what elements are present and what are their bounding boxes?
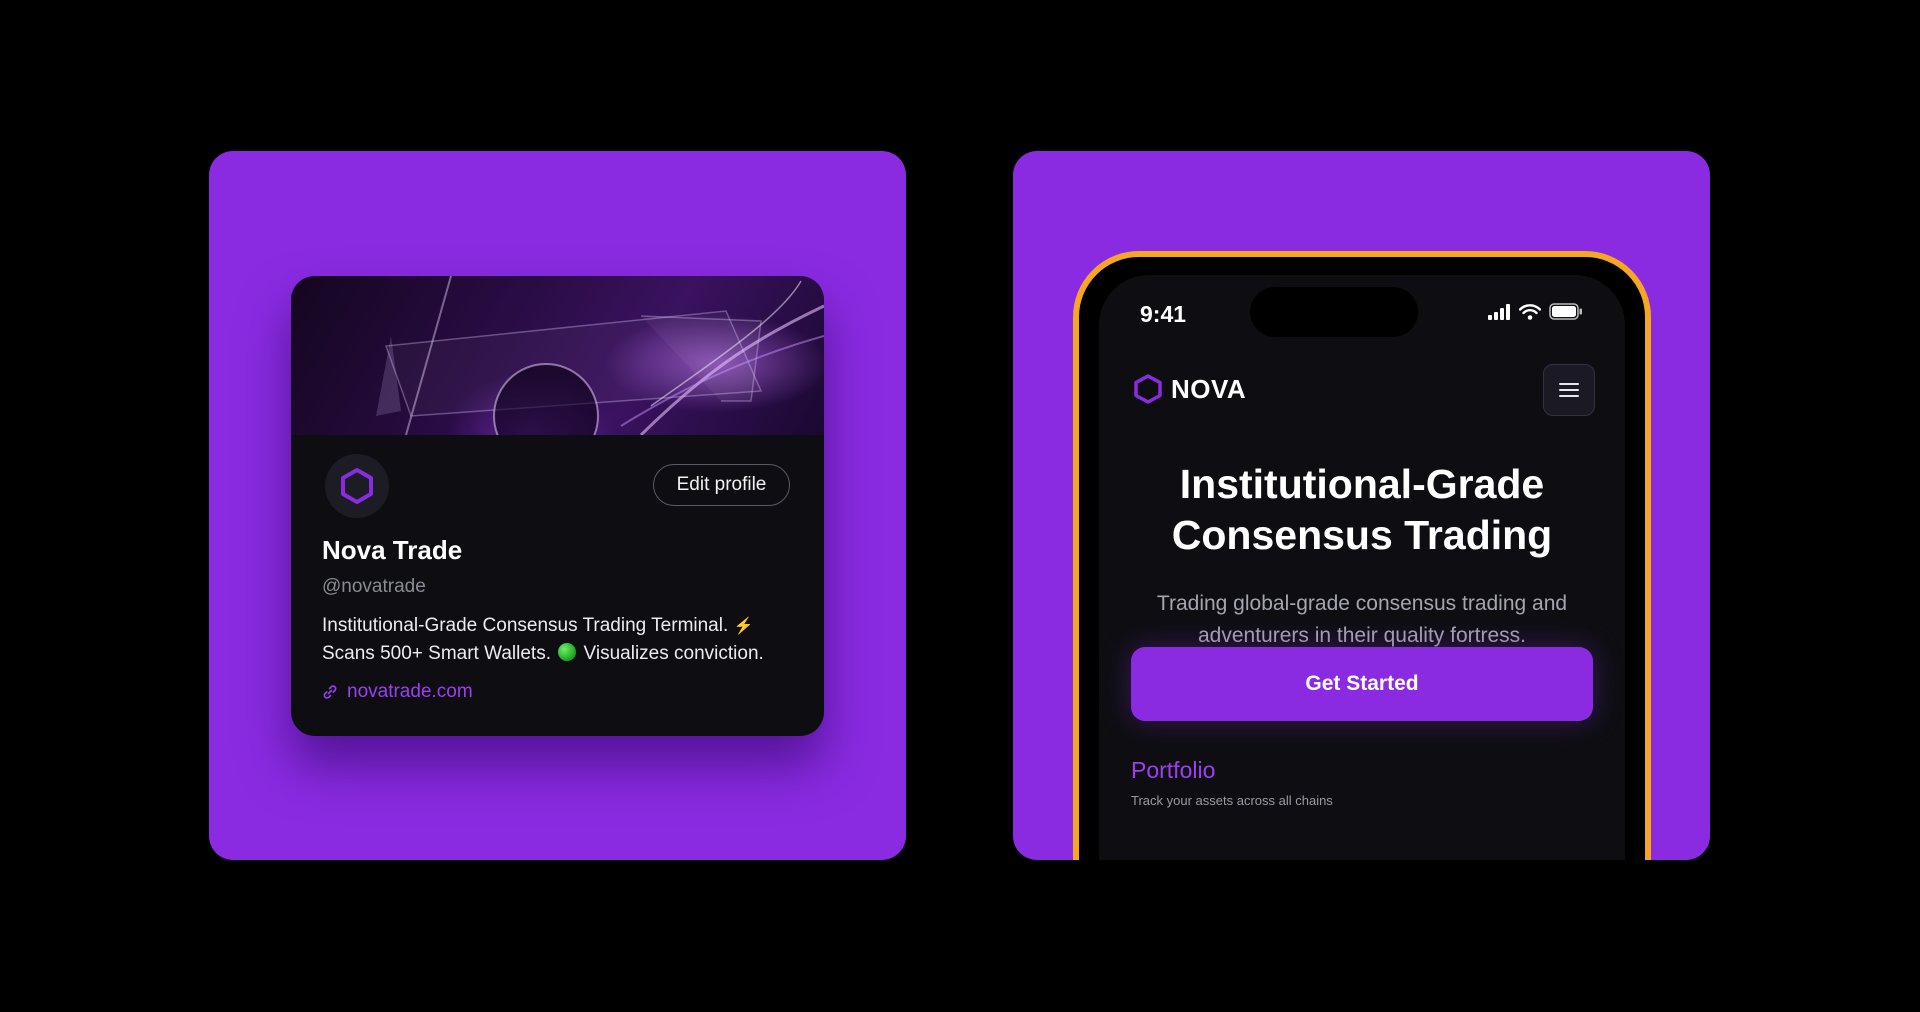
profile-banner-image [291, 276, 824, 435]
get-started-button[interactable]: Get Started [1131, 647, 1593, 721]
profile-bio: Institutional-Grade Consensus Trading Te… [322, 612, 802, 667]
phone-screen: 9:41 NOVA Institutional-Grade Consensus … [1099, 275, 1625, 860]
nav-logo[interactable]: NOVA [1133, 373, 1246, 405]
hamburger-menu-icon [1559, 383, 1579, 397]
portfolio-section-title: Portfolio [1131, 757, 1216, 783]
edit-profile-button[interactable]: Edit profile [653, 464, 790, 506]
hexagon-logo-icon [1134, 374, 1162, 404]
hamburger-menu-button[interactable] [1543, 364, 1595, 416]
profile-name: Nova Trade [322, 535, 463, 565]
phone-frame: 9:41 NOVA Institutional-Grade Consensus … [1073, 251, 1651, 860]
status-time: 9:41 [1140, 301, 1187, 327]
battery-icon [1549, 303, 1582, 320]
link-icon [323, 685, 337, 699]
hero-subtitle-line-1: Trading global-grade consensus trading a… [1156, 592, 1568, 615]
mobile-preview-panel: 9:41 NOVA Institutional-Grade Consensus … [1013, 151, 1710, 860]
lightning-emoji-icon: ⚡ [733, 618, 754, 635]
portfolio-section-subtitle: Track your assets across all chains [1131, 793, 1333, 808]
bio-line-2a: Scans 500+ Smart Wallets. [322, 643, 551, 664]
signal-icon [1488, 303, 1510, 320]
hero-title-line-2: Consensus Trading [1171, 512, 1553, 558]
profile-link-text[interactable]: novatrade.com [347, 681, 473, 703]
bio-line-1: Institutional-Grade Consensus Trading Te… [322, 615, 729, 636]
profile-preview-panel: Edit profile Nova Trade @novatrade Insti… [209, 151, 906, 860]
profile-avatar[interactable] [325, 454, 389, 518]
wifi-icon [1519, 303, 1541, 320]
dynamic-island [1250, 287, 1418, 337]
green-circle-emoji-icon [558, 643, 577, 661]
hero-title-line-1: Institutional-Grade [1179, 461, 1545, 507]
profile-card: Edit profile Nova Trade @novatrade Insti… [291, 276, 824, 736]
hero-title: Institutional-Grade Consensus Trading [1099, 459, 1625, 561]
profile-website-link[interactable]: novatrade.com [322, 681, 473, 703]
status-icons [1487, 303, 1583, 320]
hexagon-logo-icon [341, 468, 373, 504]
abstract-glass-art [376, 276, 824, 435]
hero-subtitle: Trading global-grade consensus trading a… [1099, 588, 1625, 652]
profile-handle: @novatrade [322, 576, 426, 597]
bio-line-2b: Visualizes conviction. [583, 643, 764, 664]
brand-name: NOVA [1171, 373, 1247, 404]
